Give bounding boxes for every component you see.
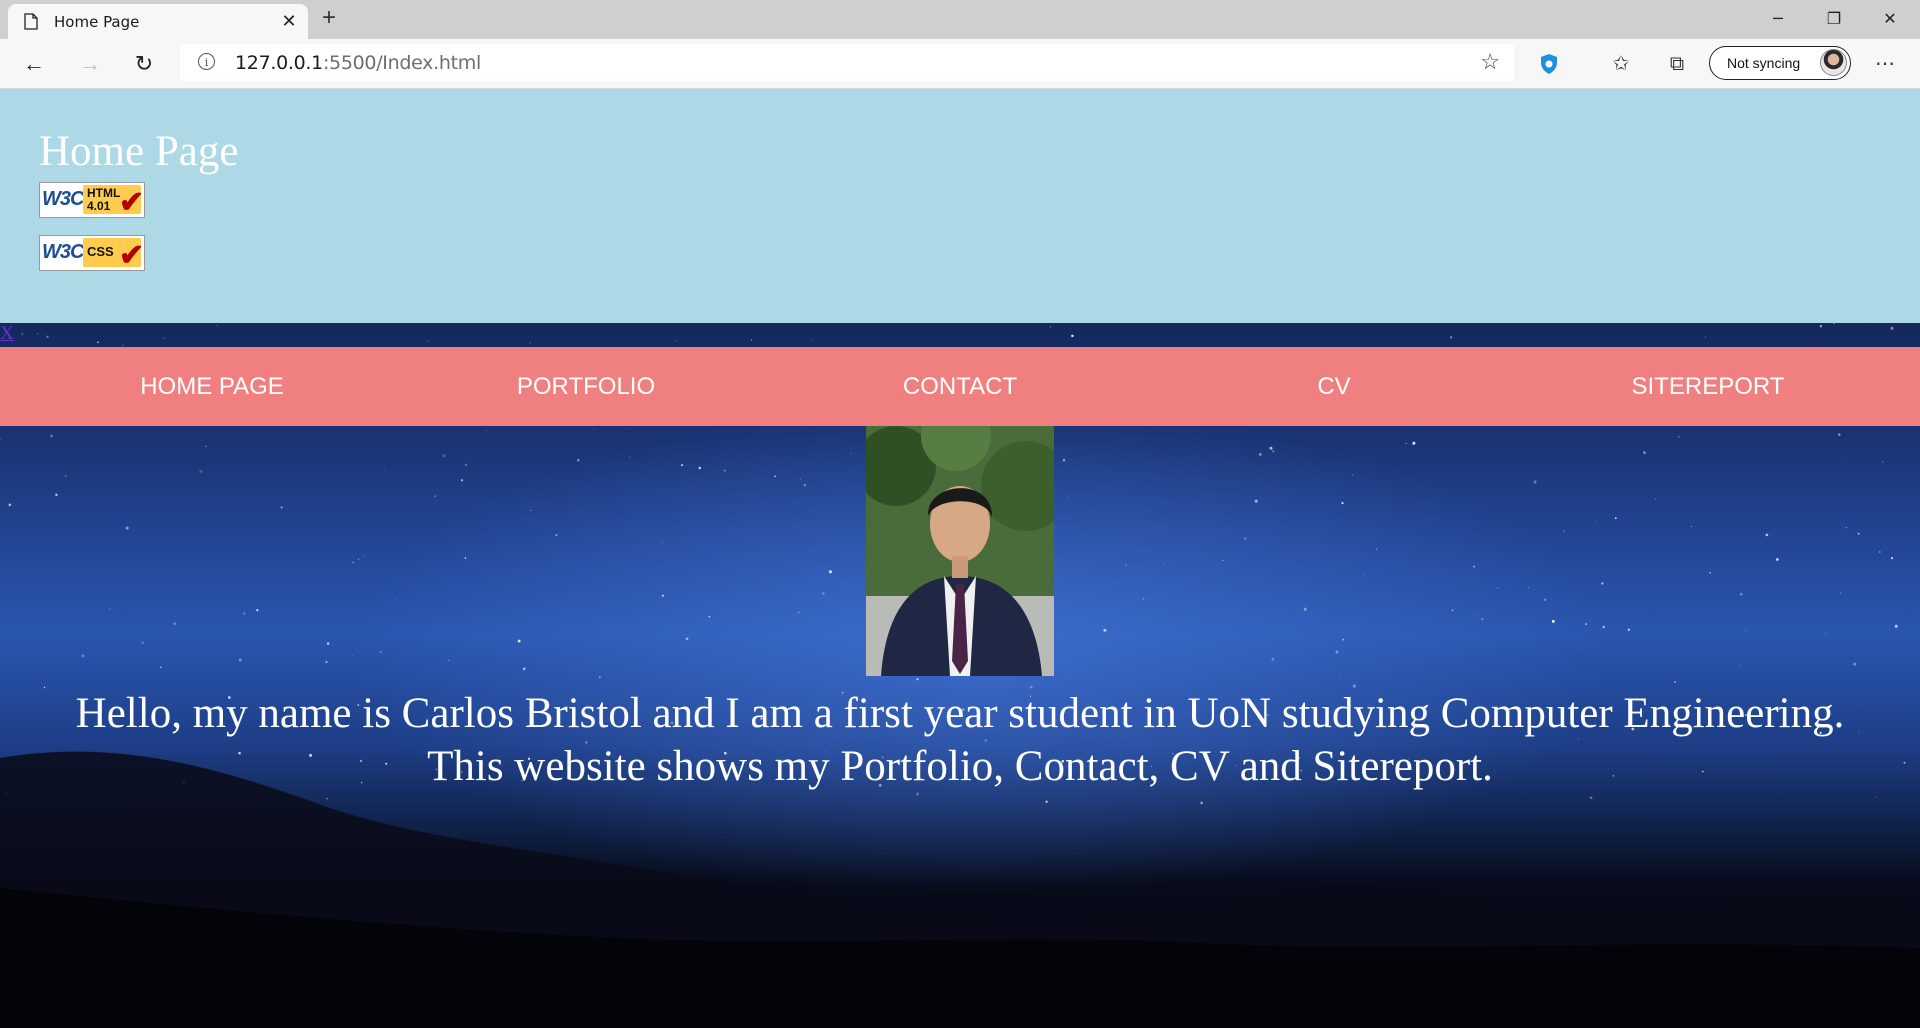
nav-portfolio[interactable]: PORTFOLIO xyxy=(436,347,736,426)
favorites-icon[interactable]: ✩ xyxy=(1606,49,1636,79)
w3c-logo: W3C xyxy=(42,241,84,263)
avatar xyxy=(1820,49,1847,76)
page-title: Home Page xyxy=(39,128,239,175)
forward-icon[interactable]: → xyxy=(74,48,106,80)
address-bar[interactable]: i 127.0.0.1:5500/Index.html ☆ xyxy=(180,44,1514,81)
profile-sync-button[interactable]: Not syncing xyxy=(1709,46,1851,80)
web-page: Home Page W3C HTML 4.01 ✔ W3C CSS ✔ X HOM… xyxy=(0,89,1920,1028)
minimize-icon[interactable]: ─ xyxy=(1758,4,1798,34)
nav-contact[interactable]: CONTACT xyxy=(810,347,1110,426)
w3c-css-badge[interactable]: W3C CSS ✔ xyxy=(39,235,146,272)
browser-tab[interactable]: Home Page ✕ xyxy=(8,4,308,39)
checkmark-icon: ✔ xyxy=(119,239,145,272)
collections-icon[interactable]: ⧉ xyxy=(1662,49,1692,79)
badge-tag-line2: 4.01 xyxy=(87,199,111,213)
badge-tag-line1: CSS xyxy=(87,244,114,259)
tab-strip: Home Page ✕ + ─ ❐ ✕ xyxy=(0,0,1920,39)
nav-cv[interactable]: CV xyxy=(1184,347,1484,426)
intro-text: Hello, my name is Carlos Bristol and I a… xyxy=(40,687,1880,793)
intro-line-1: Hello, my name is Carlos Bristol and I a… xyxy=(75,690,1845,737)
page-header: Home Page W3C HTML 4.01 ✔ W3C CSS ✔ xyxy=(0,89,1920,323)
refresh-icon[interactable]: ↻ xyxy=(128,48,160,80)
more-options-icon[interactable]: ⋯ xyxy=(1870,49,1900,79)
nav-home[interactable]: HOME PAGE xyxy=(62,347,362,426)
w3c-logo: W3C xyxy=(42,188,84,210)
new-tab-icon[interactable]: + xyxy=(316,6,342,32)
close-window-icon[interactable]: ✕ xyxy=(1870,4,1910,34)
close-link[interactable]: X xyxy=(0,323,14,345)
back-icon[interactable]: ← xyxy=(18,48,50,80)
close-tab-icon[interactable]: ✕ xyxy=(278,10,300,32)
page-icon xyxy=(24,13,38,30)
shield-icon[interactable] xyxy=(1534,49,1564,79)
url-host: 127.0.0.1 xyxy=(235,52,323,74)
favorite-star-icon[interactable]: ☆ xyxy=(1480,49,1500,75)
checkmark-icon: ✔ xyxy=(119,186,145,219)
sync-label: Not syncing xyxy=(1727,55,1801,71)
url-text[interactable]: 127.0.0.1:5500/Index.html xyxy=(235,52,481,74)
nav-sitereport[interactable]: SITEREPORT xyxy=(1558,347,1858,426)
w3c-html-badge[interactable]: W3C HTML 4.01 ✔ xyxy=(39,182,146,219)
site-info-icon[interactable]: i xyxy=(198,53,215,70)
restore-icon[interactable]: ❐ xyxy=(1814,4,1854,34)
main-nav: HOME PAGE PORTFOLIO CONTACT CV SITEREPOR… xyxy=(0,347,1920,426)
browser-toolbar: ← → ↻ i 127.0.0.1:5500/Index.html ☆ ✩ ⧉ … xyxy=(0,39,1920,89)
badge-tag-line1: HTML xyxy=(87,186,121,200)
tab-title: Home Page xyxy=(54,13,140,31)
url-path: :5500/Index.html xyxy=(322,52,481,74)
intro-line-2: This website shows my Portfolio, Contact… xyxy=(427,743,1493,790)
profile-photo xyxy=(866,426,1054,676)
